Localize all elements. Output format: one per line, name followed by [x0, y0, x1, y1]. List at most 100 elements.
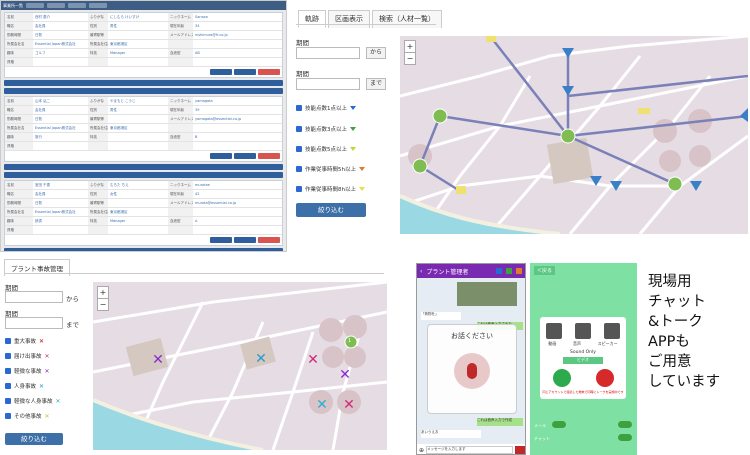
filter-skill-1[interactable]: 技能点数1点以上: [296, 104, 356, 112]
checkbox[interactable]: [296, 166, 302, 172]
mic-icon[interactable]: [515, 446, 525, 454]
video-icon[interactable]: [516, 268, 522, 274]
date-from-input[interactable]: [296, 47, 360, 59]
warning-text: 同じアカウントで接続した端末で同時にトークを実施中です: [542, 390, 624, 394]
card-row: 資格: [5, 226, 282, 235]
accept-call-button[interactable]: [552, 369, 571, 387]
wide-action-button[interactable]: [4, 164, 283, 170]
add-icon[interactable]: ⊕: [419, 447, 424, 454]
card-row: 趣味 ゴルフ 特技 Manager 血液型 AB: [5, 49, 282, 58]
toggle-label[interactable]: ビデオ: [563, 357, 603, 364]
filter-major[interactable]: 重大事故 ✕: [5, 337, 44, 345]
filter-other[interactable]: その他事故 ✕: [5, 412, 50, 420]
edit-button[interactable]: [210, 153, 232, 159]
checkbox[interactable]: [296, 126, 302, 132]
submit-button[interactable]: 絞り込む: [5, 433, 63, 445]
checkbox[interactable]: [5, 353, 11, 359]
speaker-icon[interactable]: [603, 323, 620, 339]
tab-trajectory[interactable]: 軌跡: [298, 10, 326, 28]
zoom-in-button[interactable]: +: [405, 41, 415, 52]
checkbox[interactable]: [5, 368, 11, 374]
zoom-out-button[interactable]: −: [405, 52, 415, 64]
checkbox[interactable]: [5, 383, 11, 389]
checkbox[interactable]: [296, 186, 302, 192]
qr-button[interactable]: [234, 153, 256, 159]
caption-line: APPも: [648, 334, 690, 350]
video-off-icon[interactable]: [546, 323, 563, 339]
filter-label: 人身事故: [14, 384, 37, 390]
cluster-marker[interactable]: 1: [348, 338, 351, 344]
microphone-button[interactable]: [454, 353, 490, 389]
qr-button[interactable]: [234, 237, 256, 243]
submit-button[interactable]: 絞り込む: [296, 203, 366, 217]
toggle-switch[interactable]: [552, 421, 566, 428]
header-tab-2[interactable]: [47, 3, 65, 8]
filter-hours-8[interactable]: 作業従事時間8h以上: [296, 185, 365, 193]
call-icon[interactable]: [506, 268, 512, 274]
field-label: メールアドレス: [168, 115, 193, 123]
field-value: [108, 226, 168, 234]
delete-button[interactable]: [258, 237, 280, 243]
field-value: ゴルフ: [35, 51, 46, 55]
chat-bubble: これは音声入力で作成: [477, 418, 523, 426]
tab-area[interactable]: 区画表示: [328, 10, 370, 28]
field-label: 性別: [88, 106, 108, 114]
voice-prompt: お話ください: [451, 332, 493, 340]
filter-minor[interactable]: 軽微な事故 ✕: [5, 367, 50, 375]
checkbox[interactable]: [5, 398, 11, 404]
card-row: 名前 西村 恵介 ふりがな にしむら けいすけ ニックネーム Sanaza: [5, 13, 282, 22]
back-button[interactable]: ＜戻る: [534, 266, 556, 275]
edit-button[interactable]: [210, 237, 232, 243]
toggle-switch[interactable]: [618, 421, 632, 428]
zoom-in-button[interactable]: +: [98, 287, 108, 298]
to-suffix: まで: [66, 321, 79, 329]
wide-action-button[interactable]: [4, 248, 283, 251]
toggle-switch[interactable]: [618, 434, 632, 441]
header-tab-1[interactable]: [26, 3, 44, 8]
wide-action-button[interactable]: [4, 80, 283, 86]
card-row: 名前 室田 千恵 ふりがな むろた ちえ ニックネーム murotae: [5, 181, 282, 190]
trajectory-map[interactable]: + −: [400, 36, 748, 234]
date-to-input[interactable]: [296, 78, 360, 90]
tab-search[interactable]: 検索（人材一覧）: [372, 10, 442, 28]
card-row: 名前 山本 弘二 ふりがな やまもと こうじ ニックネーム yamagata: [5, 97, 282, 106]
bottom-label: チャット: [534, 436, 550, 441]
header-tab-4[interactable]: [89, 3, 107, 8]
filter-minor-injury[interactable]: 軽微な人身事故 ✕: [5, 397, 61, 405]
filter-skill-3[interactable]: 技能点数3点以上: [296, 125, 356, 133]
delete-button[interactable]: [258, 69, 280, 75]
menu-icon[interactable]: [496, 268, 502, 274]
decline-call-button[interactable]: [595, 369, 614, 387]
checkbox[interactable]: [5, 413, 11, 419]
filter-hours-5[interactable]: 作業従事時間5h以上: [296, 165, 365, 173]
field-label: [168, 58, 193, 66]
accident-map[interactable]: ✕ ✕ ✕ ✕ ✕ ✕ 1 + −: [93, 282, 387, 450]
filter-skill-5[interactable]: 技能点数5点以上: [296, 145, 356, 153]
edit-button[interactable]: [210, 69, 232, 75]
message-input[interactable]: メッセージを入力します: [426, 446, 513, 454]
checkbox[interactable]: [296, 146, 302, 152]
microphone-icon[interactable]: [574, 323, 591, 339]
delete-button[interactable]: [258, 153, 280, 159]
card-row: 所属会社名Essential Japan株式会社 所属会社住所東京都港区: [5, 40, 282, 49]
date-to-input[interactable]: [5, 317, 63, 329]
photo-thumbnail[interactable]: [457, 282, 517, 306]
header-tab-3[interactable]: [68, 3, 86, 8]
checkbox[interactable]: [5, 338, 11, 344]
wide-action-button[interactable]: [4, 88, 283, 94]
filter-reported[interactable]: 届け出事故 ✕: [5, 352, 50, 360]
field-label: 名前: [5, 181, 33, 189]
qr-button[interactable]: [234, 69, 256, 75]
checkbox[interactable]: [296, 105, 302, 111]
wide-action-button[interactable]: [4, 172, 283, 178]
card-actions: [5, 235, 282, 245]
accident-panel: プラント事故管理 期間 から 期間 まで 重大事故 ✕ 届け出事故 ✕ 軽微な事故 ✕…: [0, 257, 390, 455]
field-value: 男性: [110, 108, 117, 112]
field-label: 趣味: [5, 217, 33, 225]
back-icon[interactable]: ‹: [420, 268, 422, 275]
field-label: ニックネーム: [168, 97, 193, 105]
zoom-out-button[interactable]: −: [98, 298, 108, 310]
date-from-input[interactable]: [5, 291, 63, 303]
filter-injury[interactable]: 人身事故 ✕: [5, 382, 44, 390]
card-row: 勤務時間 日勤 最寄駅等 メールアドレス yamagata@essential.co.j…: [5, 115, 282, 124]
